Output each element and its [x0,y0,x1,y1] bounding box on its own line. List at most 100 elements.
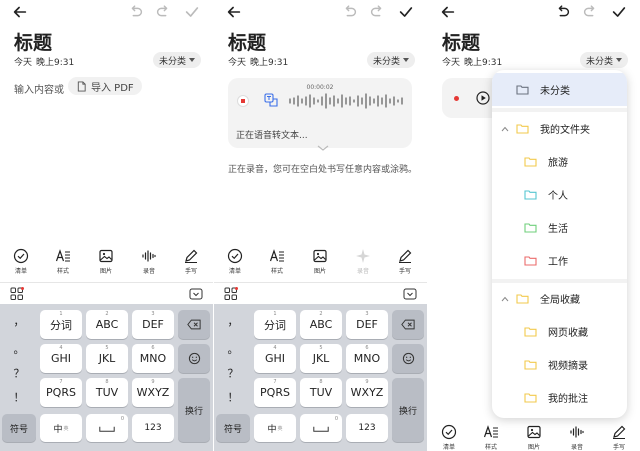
category-selector[interactable]: 未分类 [579,52,628,68]
symbol-key-comma[interactable]: ， [218,310,248,332]
undo-icon[interactable] [340,2,360,22]
key-9[interactable]: 9 WXYZ [132,378,174,407]
category-item-video-clips[interactable]: 视频摘录 [492,348,627,381]
note-title[interactable]: 标题 [228,28,266,55]
back-arrow-icon[interactable] [10,2,30,22]
enter-key[interactable]: 换行 [392,378,424,442]
key-5[interactable]: 5 JKL [300,344,342,373]
category-item-web-favorites[interactable]: 网页收藏 [492,315,627,348]
note-title[interactable]: 标题 [442,28,480,55]
confirm-check-icon[interactable] [609,2,629,22]
apps-grid-icon[interactable] [224,287,238,301]
folder-icon [524,393,537,403]
number-key[interactable]: 123 [346,414,388,442]
tool-handwrite[interactable]: 手写 [390,248,420,275]
category-item-work[interactable]: 工作 [492,244,627,277]
category-item-life[interactable]: 生活 [492,211,627,244]
number-key[interactable]: 123 [132,414,174,442]
key-3[interactable]: 3 DEF [346,310,388,339]
key-8[interactable]: 8 TUV [300,378,342,407]
key-2[interactable]: 2 ABC [86,310,128,339]
delete-key[interactable] [178,310,210,339]
key-8[interactable]: 8 TUV [86,378,128,407]
symbol-key-question[interactable]: ？ [218,362,248,384]
tool-style[interactable]: 样式 [48,248,78,275]
undo-icon[interactable] [126,2,146,22]
emoji-key[interactable] [392,344,424,373]
folder-group-global-favorites[interactable]: 全局收藏 [492,282,627,315]
category-item-travel[interactable]: 旅游 [492,145,627,178]
key-6[interactable]: 6 MNO [346,344,388,373]
image-icon [527,425,541,439]
space-key[interactable]: 0 [300,414,342,442]
enter-key[interactable]: 换行 [178,378,210,442]
stop-recording-button[interactable] [237,95,249,107]
stop-recording-button[interactable] [450,92,462,104]
content-placeholder[interactable]: 输入内容或 [14,81,64,96]
key-2[interactable]: 2 ABC [300,310,342,339]
redo-icon[interactable] [153,2,173,22]
category-item-uncategorized[interactable]: 未分类 [492,73,627,106]
symbol-key-period[interactable]: 。 [4,338,34,360]
key-3[interactable]: 3 DEF [132,310,174,339]
tool-checklist[interactable]: 清单 [434,424,464,451]
play-circle-icon[interactable] [476,91,490,105]
symbols-key[interactable]: 符号 [216,414,250,442]
tool-checklist[interactable]: 清单 [220,248,250,275]
import-pdf-button[interactable]: 导入 PDF [68,77,142,95]
note-timestamp: 今天 晚上9:31 [228,55,292,68]
language-key[interactable]: 中英 [40,414,82,442]
keyboard-hide-icon[interactable] [403,287,417,301]
symbol-key-comma[interactable]: ， [4,310,34,332]
apps-grid-icon[interactable] [10,287,24,301]
chevron-down-icon[interactable] [316,144,330,152]
back-arrow-icon[interactable] [224,2,244,22]
symbol-key-period[interactable]: 。 [218,338,248,360]
tool-image[interactable]: 图片 [91,248,121,275]
tool-record[interactable]: 录音 [134,248,164,275]
symbol-key-exclaim[interactable]: ！ [218,386,248,408]
symbol-key-question[interactable]: ？ [4,362,34,384]
redo-icon[interactable] [580,2,600,22]
category-selector[interactable]: 未分类 [152,52,201,68]
symbols-key[interactable]: 符号 [2,414,36,442]
key-6[interactable]: 6 MNO [132,344,174,373]
confirm-check-icon[interactable] [182,2,202,22]
category-item-personal[interactable]: 个人 [492,178,627,211]
space-key[interactable]: 0 [86,414,128,442]
stop-square-icon [241,99,245,103]
tool-label: 手写 [398,268,411,275]
note-title[interactable]: 标题 [14,28,52,55]
emoji-key[interactable] [178,344,210,373]
tool-image[interactable]: 图片 [305,248,335,275]
redo-icon[interactable] [367,2,387,22]
speech-to-text-icon[interactable] [264,93,278,107]
note-timestamp: 今天 晚上9:31 [14,55,78,68]
key-1[interactable]: 1 分词 [254,310,296,339]
tool-handwrite[interactable]: 手写 [176,248,206,275]
language-key[interactable]: 中英 [254,414,296,442]
key-7[interactable]: 7 PQRS [40,378,82,407]
key-4[interactable]: 4 GHI [40,344,82,373]
category-selector[interactable]: 未分类 [366,52,415,68]
delete-key[interactable] [392,310,424,339]
confirm-check-icon[interactable] [396,2,416,22]
tool-record[interactable]: 录音 [348,248,378,275]
category-item-my-annotations[interactable]: 我的批注 [492,381,627,414]
key-5[interactable]: 5 JKL [86,344,128,373]
undo-icon[interactable] [553,2,573,22]
tool-style[interactable]: 样式 [262,248,292,275]
back-arrow-icon[interactable] [438,2,458,22]
key-9[interactable]: 9 WXYZ [346,378,388,407]
keyboard-hide-icon[interactable] [189,287,203,301]
key-4[interactable]: 4 GHI [254,344,296,373]
tool-style[interactable]: 样式 [476,424,506,451]
tool-record[interactable]: 录音 [562,424,592,451]
tool-checklist[interactable]: 清单 [6,248,36,275]
symbol-key-exclaim[interactable]: ！ [4,386,34,408]
key-1[interactable]: 1 分词 [40,310,82,339]
folder-group-my-folders[interactable]: 我的文件夹 [492,112,627,145]
tool-image[interactable]: 图片 [519,424,549,451]
key-7[interactable]: 7 PQRS [254,378,296,407]
tool-handwrite[interactable]: 手写 [604,424,634,451]
